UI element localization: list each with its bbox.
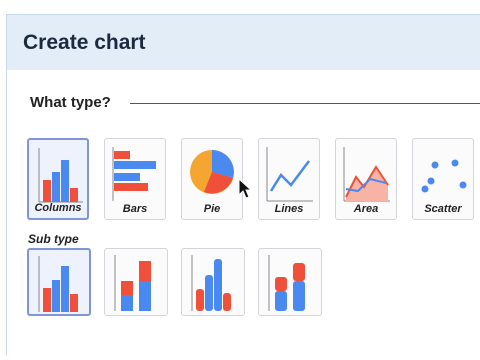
mouse-cursor-icon — [238, 178, 252, 199]
section-title-what-type: What type? — [30, 94, 111, 111]
chart-type-columns[interactable]: Columns — [27, 138, 89, 220]
stacked-columns-icon — [114, 255, 151, 311]
sub-type-3d-columns[interactable] — [181, 248, 245, 316]
3d-stacked-columns-icon — [268, 255, 305, 311]
dialog-title: Create chart — [23, 31, 146, 54]
sub-type-title: Sub type — [28, 232, 79, 246]
chart-type-scatter[interactable]: Scatter — [412, 138, 474, 220]
columns-chart-icon — [38, 148, 83, 203]
dialog-title-bar: Create chart — [6, 14, 480, 71]
area-chart-icon — [343, 147, 390, 202]
chart-type-label: Columns — [34, 202, 82, 214]
chart-type-label: Scatter — [424, 203, 462, 215]
scatter-chart-icon — [421, 159, 467, 193]
chart-type-lines[interactable]: Lines — [258, 138, 320, 220]
chart-type-label: Lines — [274, 203, 304, 215]
sub-type-stacked-columns[interactable] — [104, 248, 168, 316]
sub-type-3d-stacked-columns[interactable] — [258, 248, 322, 316]
lines-chart-icon — [266, 147, 313, 202]
chart-type-area[interactable]: Area — [335, 138, 397, 220]
chart-type-label: Area — [353, 203, 379, 215]
chart-type-bars[interactable]: Bars — [104, 138, 166, 220]
chart-type-label: Pie — [203, 203, 221, 215]
chart-type-pie[interactable]: Pie — [181, 138, 243, 220]
section-divider — [130, 103, 480, 104]
chart-type-label: Bars — [122, 203, 148, 215]
3d-columns-icon — [191, 255, 231, 311]
pie-chart-icon — [190, 150, 234, 194]
sub-type-clustered-columns[interactable] — [27, 248, 91, 316]
bars-chart-icon — [112, 147, 156, 201]
clustered-columns-icon — [38, 256, 78, 312]
